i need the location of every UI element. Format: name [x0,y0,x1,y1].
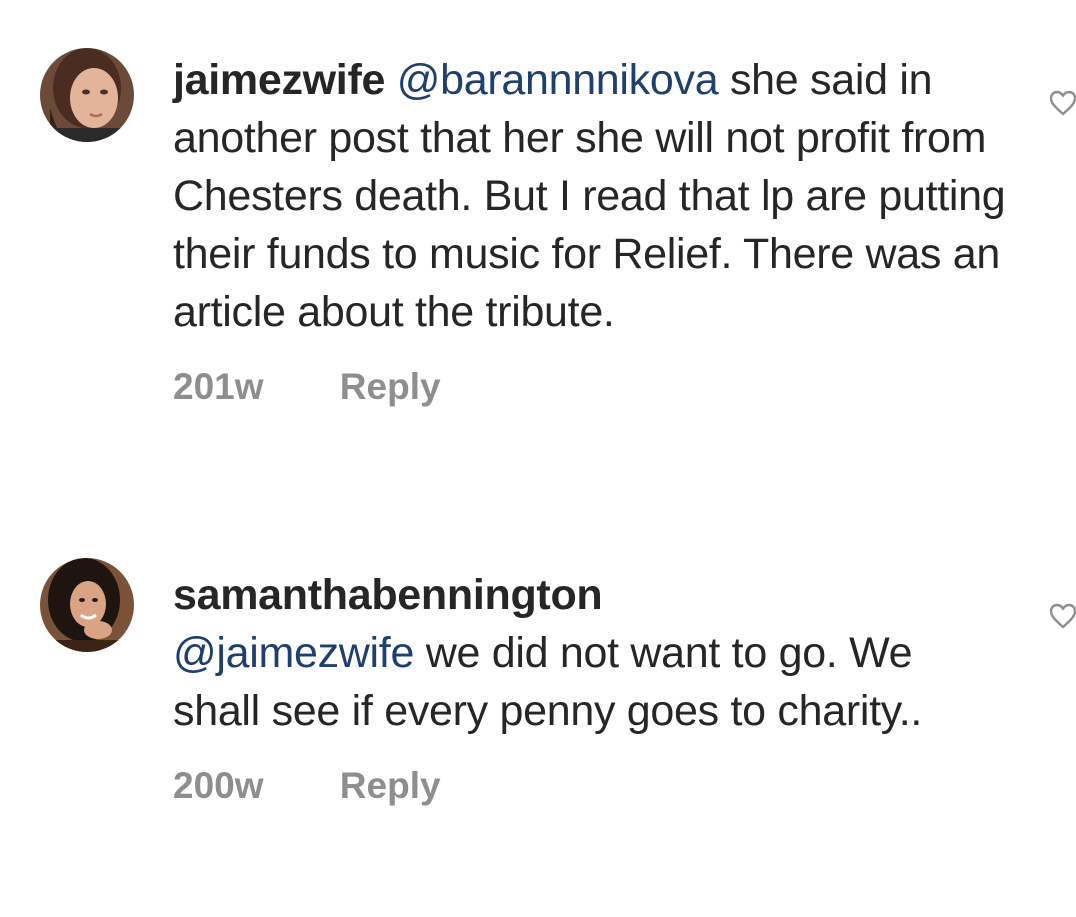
reply-button[interactable]: Reply [340,366,441,407]
heart-outline-icon[interactable] [1048,601,1076,631]
comment-meta: 201w Reply [173,363,1008,411]
comment-text: samanthabennington @jaimezwife we did not… [173,566,1008,740]
comment-timestamp: 200w [173,765,264,806]
avatar-photo [40,558,134,652]
avatar-photo [40,48,134,142]
comment-body: jaimezwife @barannnnikova she said in an… [173,51,1008,411]
comment-username[interactable]: samanthabennington [173,571,603,619]
comment-username[interactable]: jaimezwife [173,56,385,104]
user-avatar[interactable] [40,48,134,142]
comment-body: samanthabennington @jaimezwife we did not… [173,566,1008,810]
comment-timestamp: 201w [173,366,264,407]
mention-link[interactable]: @jaimezwife [173,629,414,677]
comment-meta: 200w Reply [173,762,1008,810]
user-avatar[interactable] [40,558,134,652]
mention-link[interactable]: @barannnnikova [397,56,719,104]
comment-item: samanthabennington @jaimezwife we did not… [0,545,1076,917]
heart-outline-icon[interactable] [1048,88,1076,118]
reply-button[interactable]: Reply [340,765,441,806]
comment-text: jaimezwife @barannnnikova she said in an… [173,51,1008,341]
comment-item: jaimezwife @barannnnikova she said in an… [0,0,1076,500]
